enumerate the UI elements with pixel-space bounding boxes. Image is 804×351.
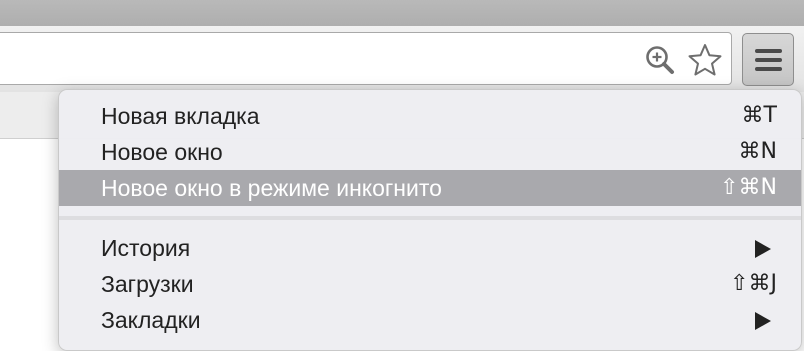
submenu-arrow-icon — [755, 240, 771, 258]
star-icon[interactable] — [687, 42, 723, 78]
menu-item-label: Закладки — [101, 307, 201, 333]
tab-strip — [0, 0, 804, 26]
hamburger-icon — [755, 49, 782, 53]
menu-item-label: Новая вкладка — [101, 103, 260, 129]
menu-item-downloads[interactable]: Загрузки ⇧⌘J — [59, 266, 801, 302]
shortcut-label: ⇧⌘N — [720, 175, 777, 200]
menu-separator — [59, 216, 801, 220]
menu-item-label: Загрузки — [101, 271, 194, 297]
shortcut-label: ⌘T — [741, 103, 777, 128]
address-bar[interactable] — [0, 32, 732, 85]
menu-item-label: Новое окно — [101, 139, 223, 165]
menu-item-history[interactable]: История — [59, 230, 801, 266]
zoom-in-icon[interactable] — [643, 43, 677, 77]
app-menu: Новая вкладка ⌘T Новое окно ⌘N Новое окн… — [58, 89, 802, 351]
hamburger-menu-button[interactable] — [742, 33, 794, 86]
shortcut-label: ⌘N — [738, 139, 777, 164]
menu-item-new-tab[interactable]: Новая вкладка ⌘T — [59, 98, 801, 134]
menu-item-new-window[interactable]: Новое окно ⌘N — [59, 134, 801, 170]
menu-item-new-incognito-window[interactable]: Новое окно в режиме инкогнито ⇧⌘N — [59, 170, 801, 206]
submenu-arrow-icon — [755, 312, 771, 330]
menu-item-label: История — [101, 235, 191, 261]
menu-item-label: Новое окно в режиме инкогнито — [101, 175, 442, 201]
menu-item-bookmarks[interactable]: Закладки — [59, 302, 801, 338]
shortcut-label: ⇧⌘J — [730, 271, 777, 296]
